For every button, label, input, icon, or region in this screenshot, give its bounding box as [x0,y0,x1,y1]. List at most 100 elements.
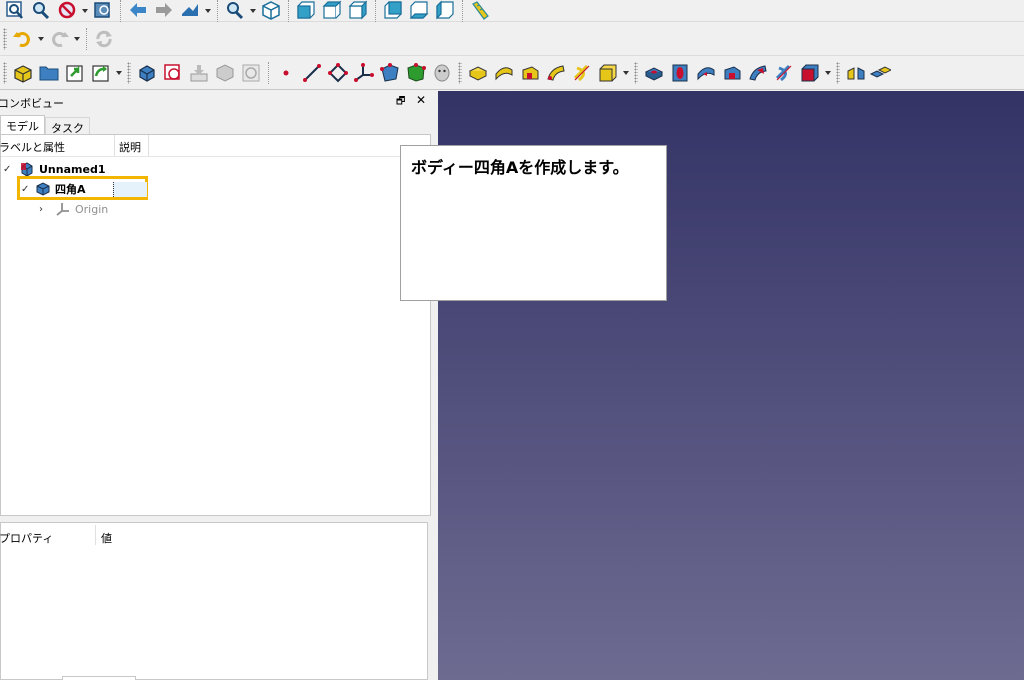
description-edit-field[interactable] [113,182,147,197]
tree-header-description[interactable]: 説明 [119,139,141,155]
collapse-arrow-icon[interactable]: › [39,204,49,215]
additive-pipe-icon[interactable] [543,61,569,85]
expand-arrow-icon[interactable]: ✓ [3,164,13,175]
sub-shape-binder-icon[interactable] [238,61,264,85]
revolution-icon[interactable] [491,61,517,85]
body-name: 四角A [55,183,86,196]
bottom-tab[interactable] [62,676,136,680]
tree-item-origin[interactable]: › Origin [39,199,108,219]
draw-style-icon[interactable] [54,0,80,23]
tab-task[interactable]: タスク [45,117,90,135]
view-rear-icon[interactable] [380,0,406,23]
toolbar-separator [217,0,218,22]
toolbar-separator [375,0,376,22]
clone2-icon[interactable] [429,61,455,85]
tab-model[interactable]: モデル [0,115,45,135]
property-header[interactable]: プロパティ [0,530,53,546]
toolbar-separator [120,0,121,22]
undo-icon[interactable] [10,27,36,51]
column-divider[interactable] [148,135,149,157]
zoom-selection-icon[interactable] [28,0,54,23]
body-icon[interactable] [134,61,160,85]
subtractive-loft-icon[interactable] [719,61,745,85]
property-view: プロパティ 値 [0,522,428,680]
toolbar-separator [268,61,269,84]
tree-header-label[interactable]: ラベルと属性 [0,139,65,155]
sketch-icon[interactable] [160,61,186,85]
toolbar-grip[interactable] [3,61,7,84]
sub-link-icon[interactable] [88,61,114,85]
link-icon[interactable] [62,61,88,85]
body-icon [35,181,51,197]
pocket-icon[interactable] [641,61,667,85]
hole-icon[interactable] [667,61,693,85]
subtractive-dropdown[interactable] [823,61,833,85]
zoom-icon[interactable] [222,0,248,23]
view-isometric-icon[interactable] [258,0,284,23]
redo-dropdown[interactable] [72,27,82,51]
value-header[interactable]: 値 [101,530,112,546]
toolbar-grip[interactable] [458,61,462,84]
groove-icon[interactable] [693,61,719,85]
partdesign-toolbar [0,56,1024,90]
close-panel-icon[interactable]: ✕ [416,93,430,107]
clone-icon[interactable] [212,61,238,85]
measure-icon[interactable] [467,0,493,23]
open-folder-icon[interactable] [36,61,62,85]
view-front-icon[interactable] [293,0,319,23]
combo-view-header: コンボビュー 🗗 ✕ [0,91,436,113]
datum-line-icon[interactable] [299,61,325,85]
part-icon[interactable] [10,61,36,85]
view-fit-all-icon[interactable] [2,0,28,23]
tree-header: ラベルと属性 説明 [0,135,431,157]
link-dropdown[interactable] [114,61,124,85]
expand-arrow-icon[interactable]: ✓ [21,184,31,195]
toolbar-grip[interactable] [3,27,7,50]
pad-icon[interactable] [465,61,491,85]
shape-binder-icon[interactable] [186,61,212,85]
sub-shape-binder2-icon[interactable] [403,61,429,85]
shape-binder2-icon[interactable] [377,61,403,85]
combo-tabs: モデル タスク [0,113,436,135]
redo-icon[interactable] [46,27,72,51]
tooltip-text: ボディー四角Aを作成します。 [411,158,629,177]
toolbar-grip[interactable] [836,61,840,84]
toolbar-separator [288,0,289,22]
local-cs-icon[interactable] [351,61,377,85]
sync-view-dropdown[interactable] [203,0,213,23]
model-tree: ラベルと属性 説明 ✓ Unnamed1 ✓ 四角A › Origin [0,134,431,516]
view-right-icon[interactable] [345,0,371,23]
toolbar-grip[interactable] [634,61,638,84]
sync-view-icon[interactable] [177,0,203,23]
origin-icon [55,201,71,217]
subtractive-box-icon[interactable] [797,61,823,85]
combo-view-title: コンボビュー [0,97,64,110]
subtractive-pipe-icon[interactable] [745,61,771,85]
column-divider[interactable] [95,525,96,545]
draw-style-dropdown[interactable] [80,0,90,23]
datum-plane-icon[interactable] [325,61,351,85]
float-panel-icon[interactable]: 🗗 [396,94,410,108]
linear-pattern-icon[interactable] [869,61,891,85]
zoom-dropdown[interactable] [248,0,258,23]
view-bottom-icon[interactable] [406,0,432,23]
document-icon [19,161,35,177]
view-left-icon[interactable] [432,0,458,23]
additive-loft-icon[interactable] [517,61,543,85]
datum-point-icon[interactable] [273,61,299,85]
undo-dropdown[interactable] [36,27,46,51]
nav-back-icon[interactable] [125,0,151,23]
tree-item-body[interactable]: ✓ 四角A [21,179,86,199]
mirrored-icon[interactable] [843,61,869,85]
nav-forward-icon[interactable] [151,0,177,23]
refresh-icon[interactable] [91,27,117,51]
additive-dropdown[interactable] [621,61,631,85]
bounding-box-icon[interactable] [90,0,116,23]
view-top-icon[interactable] [319,0,345,23]
subtractive-helix-icon[interactable] [771,61,797,85]
toolbar-separator [462,0,463,22]
toolbar-grip[interactable] [127,61,131,84]
additive-helix-icon[interactable] [569,61,595,85]
column-divider[interactable] [114,135,115,157]
additive-box-icon[interactable] [595,61,621,85]
